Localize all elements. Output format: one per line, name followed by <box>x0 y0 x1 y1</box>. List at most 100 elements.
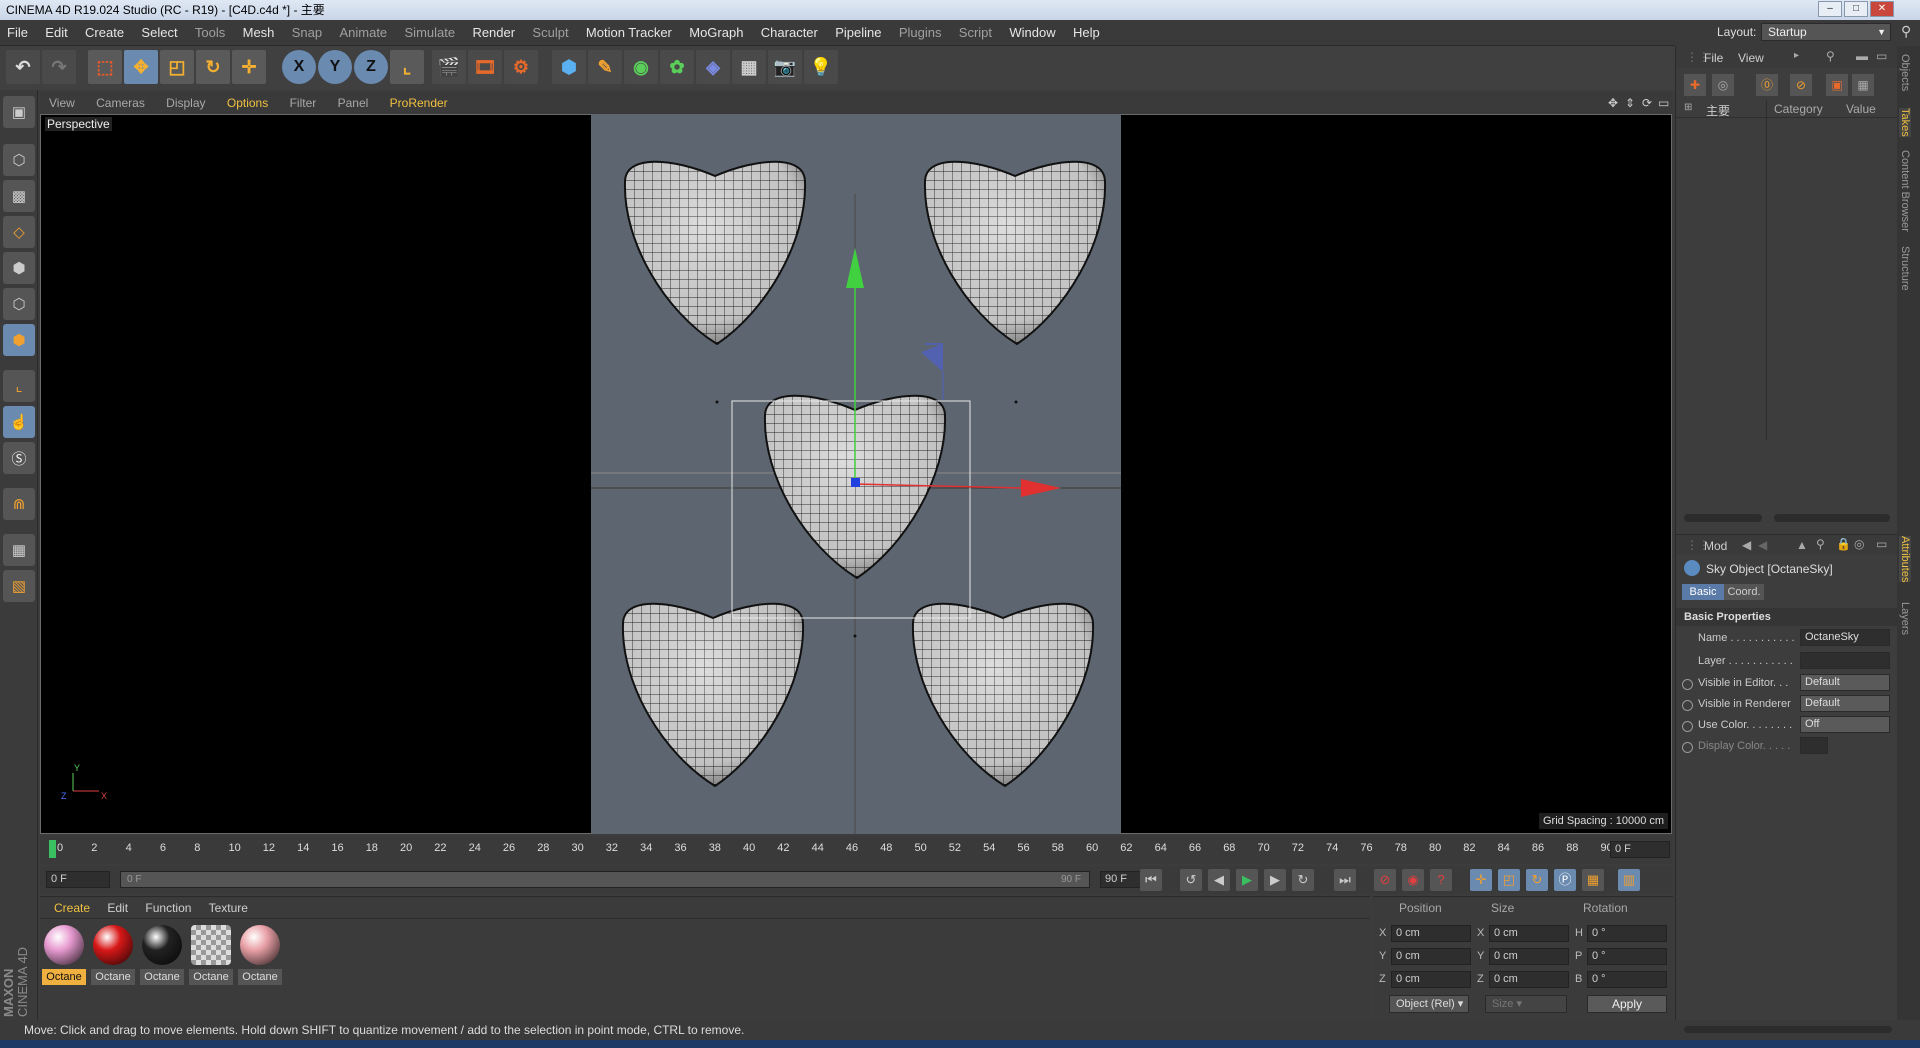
material-menu-edit[interactable]: Edit <box>107 901 128 915</box>
coordinate-mode-dropdown[interactable]: Object (Rel) ▾ <box>1389 995 1469 1013</box>
search-icon[interactable]: ⚲ <box>1901 23 1911 40</box>
previous-key-icon[interactable]: ↺ <box>1180 869 1202 891</box>
x-axis-lock-button[interactable]: X <box>282 50 316 84</box>
side-tab-content-browser[interactable]: Content Browser <box>1899 150 1911 232</box>
animate-toggle-icon[interactable] <box>1682 700 1693 711</box>
key-position-icon[interactable]: ✛ <box>1470 869 1492 891</box>
maximize-button[interactable]: □ <box>1844 1 1868 17</box>
menu-file[interactable]: File <box>0 20 35 46</box>
menu-pipeline[interactable]: Pipeline <box>828 20 888 46</box>
coordinate-system-icon[interactable]: ⌞ <box>390 50 424 84</box>
side-tab-objects[interactable]: Objects <box>1899 54 1911 91</box>
menu-window[interactable]: Window <box>1002 20 1062 46</box>
animate-toggle-icon[interactable] <box>1682 721 1693 732</box>
layout-dropdown[interactable]: Startup ▼ <box>1761 23 1891 41</box>
position-field[interactable]: 0 cm <box>1391 971 1471 988</box>
key-rotation-icon[interactable]: ↻ <box>1526 869 1548 891</box>
y-axis-lock-button[interactable]: Y <box>318 50 352 84</box>
menu-character[interactable]: Character <box>754 20 825 46</box>
menu-create[interactable]: Create <box>78 20 131 46</box>
lock-overrides-icon[interactable]: ⊘ <box>1790 74 1812 96</box>
lock-icon[interactable]: 🔒 <box>1836 537 1851 551</box>
next-key-icon[interactable]: ↻ <box>1292 869 1314 891</box>
key-scale-icon[interactable]: ◰ <box>1498 869 1520 891</box>
points-mode-icon[interactable]: ⬢ <box>3 252 35 284</box>
menu-help[interactable]: Help <box>1066 20 1107 46</box>
new-window-icon[interactable]: ▭ <box>1876 49 1887 63</box>
playhead[interactable] <box>49 840 56 858</box>
search-icon[interactable]: ⚲ <box>1826 49 1835 63</box>
key-pla-icon[interactable]: ▦ <box>1582 869 1604 891</box>
property-value[interactable]: Default <box>1800 674 1890 691</box>
pen-spline-icon[interactable]: ✎ <box>588 50 622 84</box>
position-field[interactable]: 0 cm <box>1391 925 1471 942</box>
tab-basic[interactable]: Basic <box>1682 584 1724 600</box>
keyframe-selection-icon[interactable]: ? <box>1430 869 1452 891</box>
cube-primitive-icon[interactable]: ⬢ <box>552 50 586 84</box>
material-menu-function[interactable]: Function <box>145 901 191 915</box>
make-editable-icon[interactable]: ▣ <box>3 96 35 128</box>
viewport-menu-panel[interactable]: Panel <box>329 92 378 114</box>
status-scrollbar[interactable] <box>1684 1026 1892 1033</box>
key-parameter-icon[interactable]: Ⓟ <box>1554 869 1576 891</box>
material-menu-create[interactable]: Create <box>54 901 90 915</box>
light-icon[interactable]: 💡 <box>804 50 838 84</box>
menu-mesh[interactable]: Mesh <box>236 20 282 46</box>
polygons-mode-icon[interactable]: ⬢ <box>3 324 35 356</box>
arrow-right-icon[interactable]: ▸ <box>1794 50 1799 61</box>
scale-tool-icon[interactable]: ◰ <box>160 50 194 84</box>
subdivision-icon[interactable]: ◉ <box>624 50 658 84</box>
take-root-label[interactable]: 主要 <box>1706 102 1730 119</box>
model-mode-icon[interactable]: ⬡ <box>3 144 35 176</box>
rotation-field[interactable]: 0 ° <box>1587 971 1667 988</box>
previous-frame-icon[interactable]: ◀ <box>1208 869 1230 891</box>
material-swatch[interactable]: Octane <box>42 925 86 987</box>
expand-icon[interactable]: ⊞ <box>1684 102 1692 113</box>
menu-tools[interactable]: Tools <box>188 20 232 46</box>
side-tab-layers[interactable]: Layers <box>1899 602 1911 635</box>
go-to-start-icon[interactable]: ⏮ <box>1140 869 1162 891</box>
auto-take-icon[interactable]: ⓪ <box>1756 74 1778 96</box>
viewport-menu-filter[interactable]: Filter <box>281 92 326 114</box>
edges-mode-icon[interactable]: ⬡ <box>3 288 35 320</box>
menu-render[interactable]: Render <box>465 20 522 46</box>
redo-icon[interactable]: ↷ <box>42 50 76 84</box>
current-frame-field[interactable]: 0 F <box>1610 841 1670 858</box>
size-mode-dropdown[interactable]: Size ▾ <box>1485 995 1567 1013</box>
settings-icon[interactable]: ◎ <box>1854 537 1864 551</box>
menu-sculpt[interactable]: Sculpt <box>525 20 575 46</box>
floor-icon[interactable]: ▦ <box>732 50 766 84</box>
apply-button[interactable]: Apply <box>1587 995 1667 1013</box>
takes-menu-file[interactable]: File <box>1704 51 1723 65</box>
minimize-button[interactable]: – <box>1818 1 1842 17</box>
close-button[interactable]: ✕ <box>1870 1 1894 17</box>
play-icon[interactable]: ▶ <box>1236 869 1258 891</box>
planar-workplane-icon[interactable]: ▧ <box>3 570 35 602</box>
auto-key-icon[interactable]: ◉ <box>1402 869 1424 891</box>
transform-tool-icon[interactable]: ✛ <box>232 50 266 84</box>
attributes-mode-menu[interactable]: Mod <box>1704 539 1727 553</box>
record-keys-icon[interactable]: ⊘ <box>1374 869 1396 891</box>
viewport-menu-prorender[interactable]: ProRender <box>381 92 457 114</box>
deformer-icon[interactable]: ◈ <box>696 50 730 84</box>
z-axis-lock-button[interactable]: Z <box>354 50 388 84</box>
snap-magnet-icon[interactable]: ⋒ <box>3 488 35 520</box>
viewport-menu-view[interactable]: View <box>40 92 84 114</box>
go-to-end-icon[interactable]: ⏭ <box>1334 869 1356 891</box>
timeline-window-icon[interactable]: ▥ <box>1618 869 1640 891</box>
rotation-field[interactable]: 0 ° <box>1587 925 1667 942</box>
menu-animate[interactable]: Animate <box>332 20 394 46</box>
start-frame-field[interactable]: 0 F <box>46 871 110 888</box>
camera-icon[interactable]: 📷 <box>768 50 802 84</box>
next-frame-icon[interactable]: ▶ <box>1264 869 1286 891</box>
rotate-tool-icon[interactable]: ↻ <box>196 50 230 84</box>
workplane-mode-icon[interactable]: ◇ <box>3 216 35 248</box>
menu-snap[interactable]: Snap <box>285 20 329 46</box>
render-view-icon[interactable]: 🎬 <box>432 50 466 84</box>
menu-motion-tracker[interactable]: Motion Tracker <box>579 20 679 46</box>
viewport-menu-cameras[interactable]: Cameras <box>87 92 154 114</box>
property-value[interactable] <box>1800 737 1828 754</box>
takes-hscroll-right[interactable] <box>1774 514 1890 522</box>
side-tab-structure[interactable]: Structure <box>1899 246 1911 291</box>
solo-mode-icon[interactable]: Ⓢ <box>3 442 35 474</box>
